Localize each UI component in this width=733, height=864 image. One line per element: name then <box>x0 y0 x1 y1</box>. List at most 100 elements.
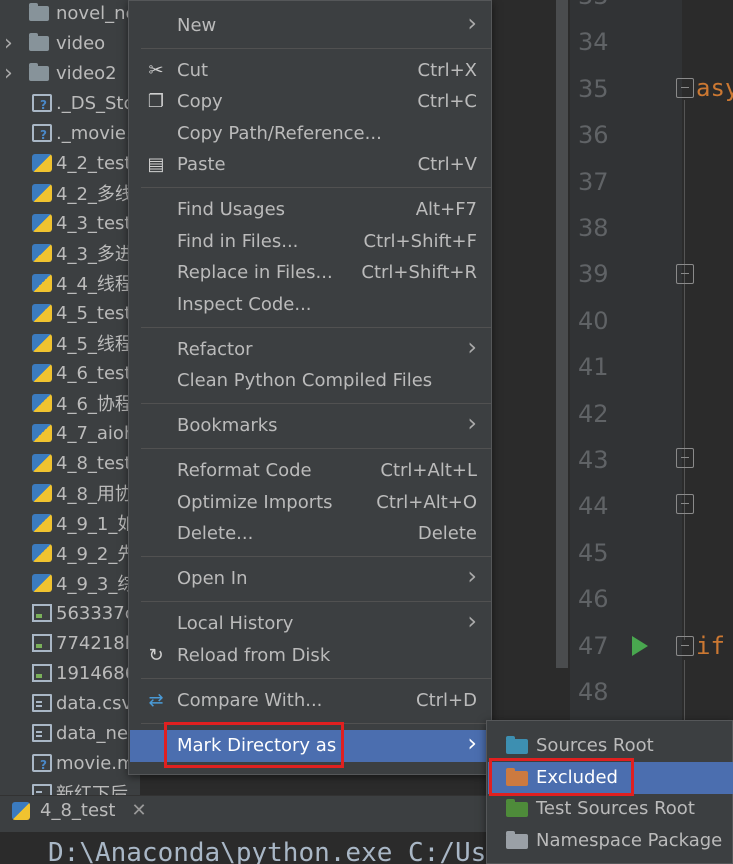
code-area[interactable] <box>682 0 733 795</box>
python-file-icon <box>32 424 52 442</box>
menu-item-label: Find in Files... <box>177 231 299 252</box>
tree-item[interactable]: data_new <box>0 718 140 748</box>
paste-icon: ▤ <box>147 154 165 175</box>
menu-item[interactable]: New › <box>130 9 491 42</box>
menu-item[interactable]: Find Usages Alt+F7 <box>130 194 491 226</box>
project-tree: novel_ne › video › video2 ._DS_Sto ._movie. 4_2… <box>0 0 140 795</box>
fold-marker-icon[interactable] <box>676 494 694 514</box>
tree-item[interactable]: movie.m <box>0 748 140 778</box>
menu-item[interactable]: Replace in Files... Ctrl+Shift+R <box>130 257 491 289</box>
line-number: 34 <box>578 28 609 57</box>
fold-marker-icon[interactable] <box>676 264 694 284</box>
folder-icon <box>29 3 49 21</box>
menu-item[interactable]: ✂ Cut Ctrl+X <box>130 55 491 87</box>
tree-item[interactable]: 4_9_3_综 <box>0 568 140 598</box>
tree-item[interactable]: 4_2_test <box>0 148 140 178</box>
menu-item-label: Replace in Files... <box>177 262 333 283</box>
fold-marker-icon[interactable] <box>676 636 694 656</box>
tree-item[interactable]: 4_8_用协 <box>0 478 140 508</box>
tree-item[interactable]: 4_5_线程 <box>0 328 140 358</box>
menu-item[interactable]: ⇄ Compare With... Ctrl+D <box>130 685 491 717</box>
menu-item[interactable]: ❐ Copy Ctrl+C <box>130 86 491 118</box>
tree-item-label: 4_9_2_先 <box>56 544 136 565</box>
run-tab-label: 4_8_test <box>40 800 116 821</box>
menu-item[interactable]: ▤ Paste Ctrl+V <box>130 149 491 181</box>
tree-item[interactable]: data.csv <box>0 688 140 718</box>
line-number: 36 <box>578 121 609 150</box>
python-file-icon <box>32 514 52 532</box>
line-number: 47 <box>578 631 609 660</box>
python-file-icon <box>32 274 52 292</box>
image-file-icon <box>32 664 52 682</box>
run-tab[interactable]: 4_8_test ✕ <box>12 800 147 821</box>
python-file-icon <box>32 244 52 262</box>
menu-item[interactable]: Copy Path/Reference... <box>130 118 491 150</box>
menu-item[interactable]: Inspect Code... <box>130 289 491 321</box>
menu-item[interactable]: Reformat Code Ctrl+Alt+L <box>130 455 491 487</box>
tree-item-label: data.csv <box>56 692 133 714</box>
menu-item[interactable]: Clean Python Compiled Files <box>130 365 491 397</box>
tree-item[interactable]: 4_8_test <box>0 448 140 478</box>
tree-scrollbar[interactable] <box>556 0 568 668</box>
chevron-right-icon[interactable]: › <box>4 61 16 86</box>
menu-item[interactable]: Bookmarks › <box>130 409 491 442</box>
menu-item[interactable]: Refactor › <box>130 333 491 366</box>
close-icon[interactable]: ✕ <box>131 800 146 821</box>
tree-item[interactable]: 774218b <box>0 628 140 658</box>
tree-item[interactable]: 4_4_线程 <box>0 268 140 298</box>
line-number: 35 <box>578 74 609 103</box>
tree-item[interactable]: ._movie. <box>0 118 140 148</box>
fold-marker-icon[interactable] <box>676 78 694 98</box>
tree-item[interactable]: ._DS_Sto <box>0 88 140 118</box>
tree-item[interactable]: › video <box>0 28 140 58</box>
tree-item-label: movie.m <box>56 752 135 774</box>
menu-item-label: Delete... <box>177 523 254 544</box>
submenu-item[interactable]: Namespace Package <box>488 825 733 857</box>
line-number: 33 <box>578 0 628 10</box>
tree-item-label: 4_8_用协 <box>56 484 133 505</box>
code-keyword: if <box>696 632 725 660</box>
tree-item[interactable]: 4_9_1_如 <box>0 508 140 538</box>
tree-item-label: 4_9_1_如 <box>56 514 136 535</box>
fold-marker-icon[interactable] <box>676 448 694 468</box>
menu-item[interactable]: Optimize Imports Ctrl+Alt+O <box>130 487 491 519</box>
menu-item-shortcut: Ctrl+D <box>416 690 477 711</box>
submenu-item[interactable]: Test Sources Root <box>488 793 733 825</box>
menu-item-label: Paste <box>177 154 226 175</box>
menu-item[interactable]: Find in Files... Ctrl+Shift+F <box>130 226 491 258</box>
menu-item[interactable]: Open In › <box>130 562 491 595</box>
python-icon <box>12 801 30 820</box>
tree-item[interactable]: 4_5_test <box>0 298 140 328</box>
tree-item[interactable]: 新红下后 <box>0 778 140 795</box>
chevron-right-icon[interactable]: › <box>4 31 16 56</box>
tree-item[interactable]: 4_6_协程 <box>0 388 140 418</box>
submenu-item-label: Namespace Package <box>536 829 723 851</box>
tree-item[interactable]: 4_7_aioh <box>0 418 140 448</box>
tree-item-label: video2 <box>56 62 117 84</box>
tree-item[interactable]: › video2 <box>0 58 140 88</box>
line-number: 37 <box>578 167 609 196</box>
tree-item[interactable]: 4_2_多线 <box>0 178 140 208</box>
menu-separator <box>141 48 491 49</box>
python-file-icon <box>32 334 52 352</box>
menu-item-shortcut: Ctrl+V <box>417 154 477 175</box>
tree-item[interactable]: novel_ne <box>0 0 140 28</box>
menu-item[interactable]: Delete... Delete <box>130 518 491 550</box>
tree-item[interactable]: 1914686 <box>0 658 140 688</box>
menu-item-shortcut: Alt+F7 <box>415 199 477 220</box>
tree-item[interactable]: 563337c <box>0 598 140 628</box>
menu-item-label: Reload from Disk <box>177 645 331 666</box>
tree-item[interactable]: 4_3_多进 <box>0 238 140 268</box>
tree-item[interactable]: 4_6_test <box>0 358 140 388</box>
tree-item-label: video <box>56 32 106 54</box>
menu-item[interactable]: ↻ Reload from Disk <box>130 640 491 672</box>
highlight-box <box>489 758 634 796</box>
tree-item-label: 563337c <box>56 602 135 624</box>
menu-item-label: Open In <box>177 568 248 589</box>
tree-item[interactable]: 4_3_test <box>0 208 140 238</box>
run-icon[interactable] <box>632 636 648 656</box>
folder-icon <box>29 33 49 51</box>
tree-item[interactable]: 4_9_2_先 <box>0 538 140 568</box>
python-file-icon <box>32 544 52 562</box>
menu-item[interactable]: Local History › <box>130 607 491 640</box>
